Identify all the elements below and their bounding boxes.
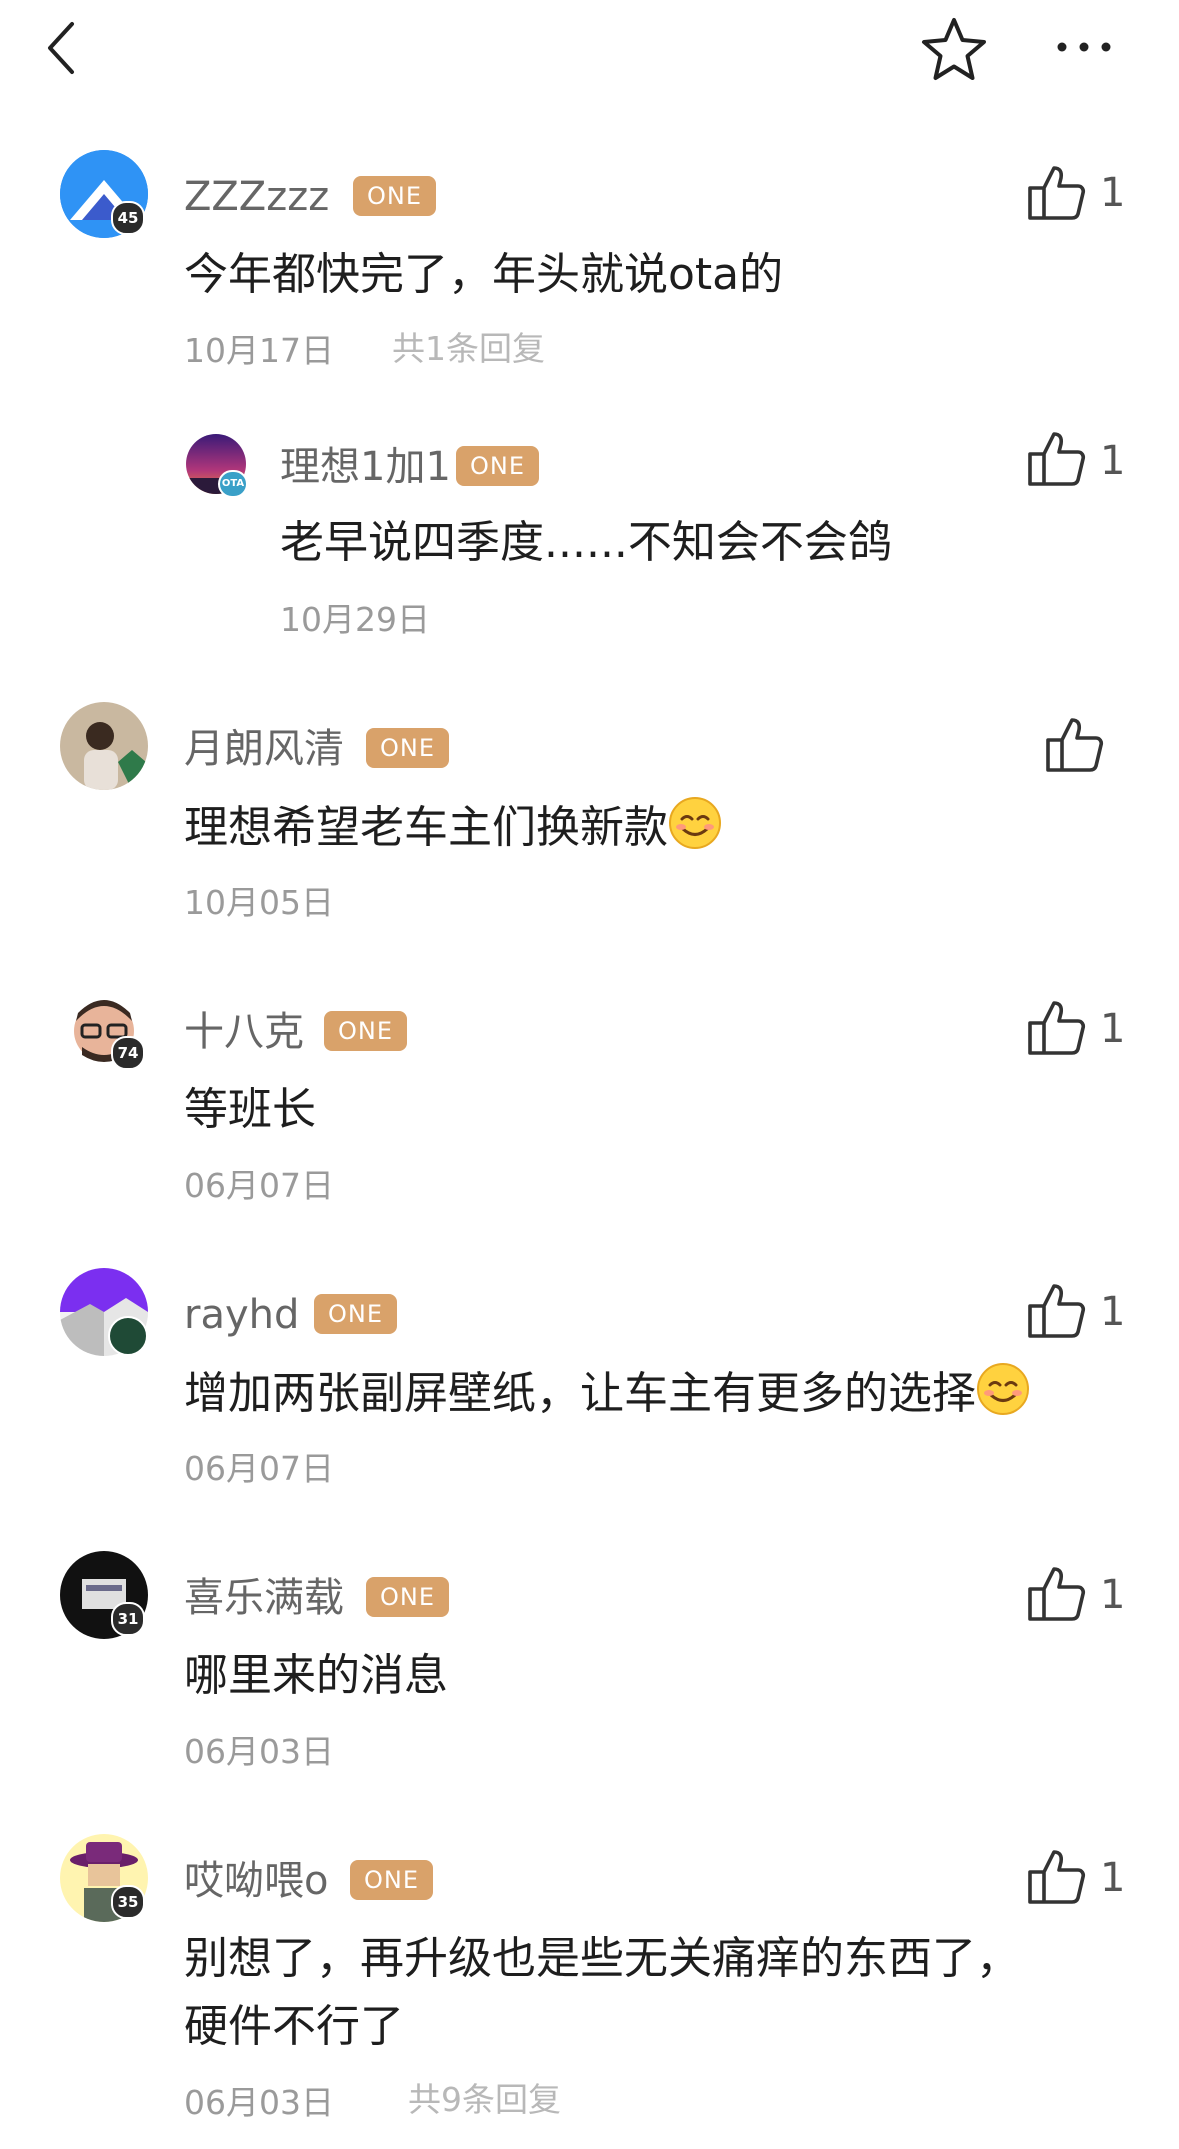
member-badge: ONE <box>350 1860 434 1900</box>
like-icon[interactable] <box>1042 712 1106 776</box>
comment-date: 06月03日 <box>184 2083 334 2122</box>
reply-count-link[interactable]: 共1条回复 <box>392 329 545 369</box>
comment-date: 10月05日 <box>184 883 334 922</box>
username[interactable]: 十八克 <box>184 1009 304 1055</box>
member-badge: ONE <box>353 176 437 216</box>
comment-date: 10月17日 <box>184 331 334 370</box>
like-count: 1 <box>1100 1572 1126 1618</box>
comment-text-line1: 别想了，再升级也是些无关痛痒的东西了， <box>184 1933 1020 1984</box>
comment-date: 06月07日 <box>184 1166 334 1205</box>
comment-text: 哪里来的消息 <box>184 1650 448 1701</box>
username[interactable]: 理想1加1 <box>280 444 451 490</box>
username[interactable]: ZZZzzz <box>184 174 329 220</box>
smiling-emoji-icon <box>668 796 722 850</box>
username[interactable]: 喜乐满载 <box>184 1575 344 1621</box>
comment-date: 10月29日 <box>280 600 430 639</box>
like-icon[interactable] <box>1024 1561 1088 1625</box>
level-badge: 45 <box>111 201 145 235</box>
reply-count-link[interactable]: 共9条回复 <box>408 2080 561 2120</box>
level-badge: 31 <box>111 1602 145 1636</box>
smiling-emoji-icon <box>976 1362 1030 1416</box>
comment-text: 等班长 <box>184 1084 316 1135</box>
comment-date: 06月03日 <box>184 1732 334 1771</box>
like-icon[interactable] <box>1024 426 1088 490</box>
username[interactable]: 哎呦喂o <box>184 1858 328 1904</box>
avatar[interactable] <box>60 702 148 790</box>
level-badge: OTA <box>218 470 248 498</box>
more-icon[interactable] <box>1054 22 1114 72</box>
comment-text-content: 理想希望老车主们换新款 <box>184 802 668 853</box>
like-icon[interactable] <box>1024 1278 1088 1342</box>
like-count: 1 <box>1100 1855 1126 1901</box>
back-icon[interactable] <box>40 18 90 78</box>
like-icon[interactable] <box>1024 1844 1088 1908</box>
level-badge-icon <box>108 1316 148 1356</box>
comment-text: 理想希望老车主们换新款 <box>184 796 722 859</box>
comment-text: 增加两张副屏壁纸，让车主有更多的选择 <box>184 1362 1030 1425</box>
like-count: 1 <box>1100 1289 1126 1335</box>
top-bar <box>0 0 1179 110</box>
comment-text-line2: 硬件不行了 <box>184 2001 404 2052</box>
member-badge: ONE <box>366 1577 450 1617</box>
comment-text-content: 增加两张副屏壁纸，让车主有更多的选择 <box>184 1368 976 1419</box>
like-icon[interactable] <box>1024 995 1088 1059</box>
like-count: 1 <box>1100 438 1126 484</box>
member-badge: ONE <box>314 1294 398 1334</box>
username[interactable]: 月朗风清 <box>184 726 344 772</box>
member-badge: ONE <box>366 728 450 768</box>
comment-date: 06月07日 <box>184 1449 334 1488</box>
like-count: 1 <box>1100 1006 1126 1052</box>
like-icon[interactable] <box>1024 160 1088 224</box>
username[interactable]: rayhd <box>184 1292 299 1338</box>
like-count: 1 <box>1100 170 1126 216</box>
level-badge: 74 <box>111 1036 145 1070</box>
star-icon[interactable] <box>916 12 992 88</box>
member-badge: ONE <box>324 1011 408 1051</box>
member-badge: ONE <box>456 446 540 486</box>
comment-text: 今年都快完了，年头就说ota的 <box>184 249 784 300</box>
level-badge: 35 <box>111 1885 145 1919</box>
comment-text: 老早说四季度......不知会不会鸽 <box>280 517 892 568</box>
